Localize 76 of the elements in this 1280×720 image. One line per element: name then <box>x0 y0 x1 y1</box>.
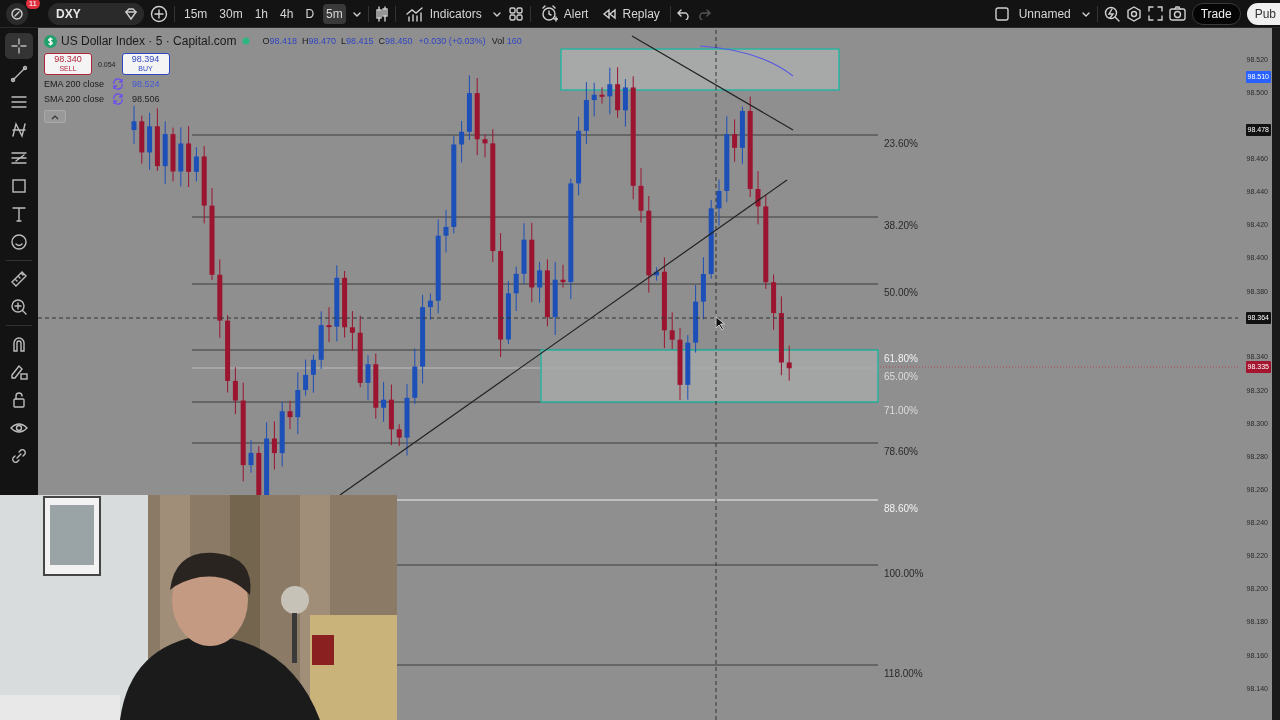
interval-button[interactable]: 5m <box>323 3 346 24</box>
fib-level-label: 118.00% <box>884 668 923 679</box>
chevron-up-icon <box>51 113 59 120</box>
interval-button[interactable]: D <box>302 3 318 24</box>
trade-button[interactable]: Trade <box>1191 2 1241 25</box>
trend-line-icon <box>10 65 28 83</box>
ohlc-value: L98.415 <box>341 36 374 46</box>
fullscreen-icon[interactable] <box>1147 6 1163 21</box>
dollar-logo-icon <box>44 34 57 48</box>
zone-rectangle[interactable] <box>540 349 879 403</box>
crosshair-icon <box>10 37 28 55</box>
settings-icon[interactable] <box>1125 5 1142 22</box>
camera-icon[interactable] <box>1168 6 1186 21</box>
notification-badge: 11 <box>25 0 40 9</box>
chart-icon <box>405 5 424 22</box>
pattern-icon <box>10 121 28 139</box>
profile-avatar[interactable] <box>6 2 28 25</box>
text-icon <box>10 205 28 223</box>
ruler-icon <box>10 270 28 288</box>
ohlc-value: H98.470 <box>301 36 336 46</box>
indicators-button[interactable]: Indicators <box>401 3 486 24</box>
fib-level-label: 23.60% <box>884 138 918 149</box>
fib-level-label: 88.60% <box>884 503 918 514</box>
quick-search-icon[interactable] <box>1103 5 1120 22</box>
trend-line[interactable] <box>631 35 794 131</box>
symbol-field[interactable]: DXY <box>48 2 144 25</box>
redo-icon[interactable] <box>696 7 711 20</box>
link-icon <box>10 447 28 465</box>
publish-button[interactable]: Pub <box>1246 2 1280 25</box>
volume-value: Vol 160 <box>491 36 522 46</box>
symbol-text: DXY <box>56 6 81 21</box>
crosshair-tool[interactable] <box>5 33 33 59</box>
zoom-icon <box>10 298 28 316</box>
fib-level-label: 61.80% <box>884 353 918 364</box>
undo-icon[interactable] <box>676 7 691 20</box>
rectangle-icon <box>10 177 28 195</box>
ohlc-value: O98.418 <box>262 36 297 46</box>
interval-button[interactable]: 30m <box>216 3 246 24</box>
fib-level-label: 65.00% <box>884 371 918 382</box>
alert-button[interactable]: Alert <box>536 3 593 24</box>
templates-icon[interactable] <box>507 5 524 22</box>
interval-button[interactable]: 1h <box>251 3 272 24</box>
rewind-icon <box>602 7 617 20</box>
market-open-dot-icon <box>242 37 251 45</box>
fib-level-label: 78.60% <box>884 446 918 457</box>
fib-level-label: 50.00% <box>884 287 918 298</box>
cursor-icon <box>715 316 725 331</box>
indicator-value: 98.506 <box>132 94 160 104</box>
symbol-title: US Dollar Index · 5 · Capital.com <box>61 34 237 48</box>
replay-button[interactable]: Replay <box>598 4 664 23</box>
magnet-icon <box>10 335 28 353</box>
profile-icon <box>11 7 23 20</box>
ohlc-value: C98.450 <box>378 36 413 46</box>
trend-line[interactable] <box>339 179 788 496</box>
fib-level-label: 100.00% <box>884 568 924 579</box>
layout-name-button[interactable]: Unnamed <box>1014 4 1075 23</box>
alarm-clock-icon <box>540 5 558 22</box>
indicator-name: SMA 200 close <box>44 94 105 104</box>
diamond-icon[interactable] <box>124 6 138 21</box>
horizontal-lines-icon <box>10 93 28 111</box>
interval-button[interactable]: 15m <box>181 3 211 24</box>
candles-icon[interactable] <box>374 5 389 22</box>
interval-button[interactable]: 4h <box>277 3 297 24</box>
fib-lines-icon <box>10 149 28 167</box>
indicator-name: EMA 200 close <box>44 79 105 89</box>
lock-icon <box>10 391 28 409</box>
price-change: +0.030 (+0.03%) <box>418 36 486 46</box>
smiley-icon <box>10 233 28 251</box>
fib-level-label: 71.00% <box>884 405 918 416</box>
zone-rectangle[interactable] <box>560 48 840 91</box>
layout-icon[interactable] <box>994 6 1009 21</box>
fib-level-label: 38.20% <box>884 220 918 231</box>
add-symbol-icon[interactable] <box>150 4 168 23</box>
indicator-value: 98.524 <box>132 79 160 89</box>
collapse-button[interactable] <box>44 110 66 123</box>
locked-pencil-icon <box>10 363 28 381</box>
